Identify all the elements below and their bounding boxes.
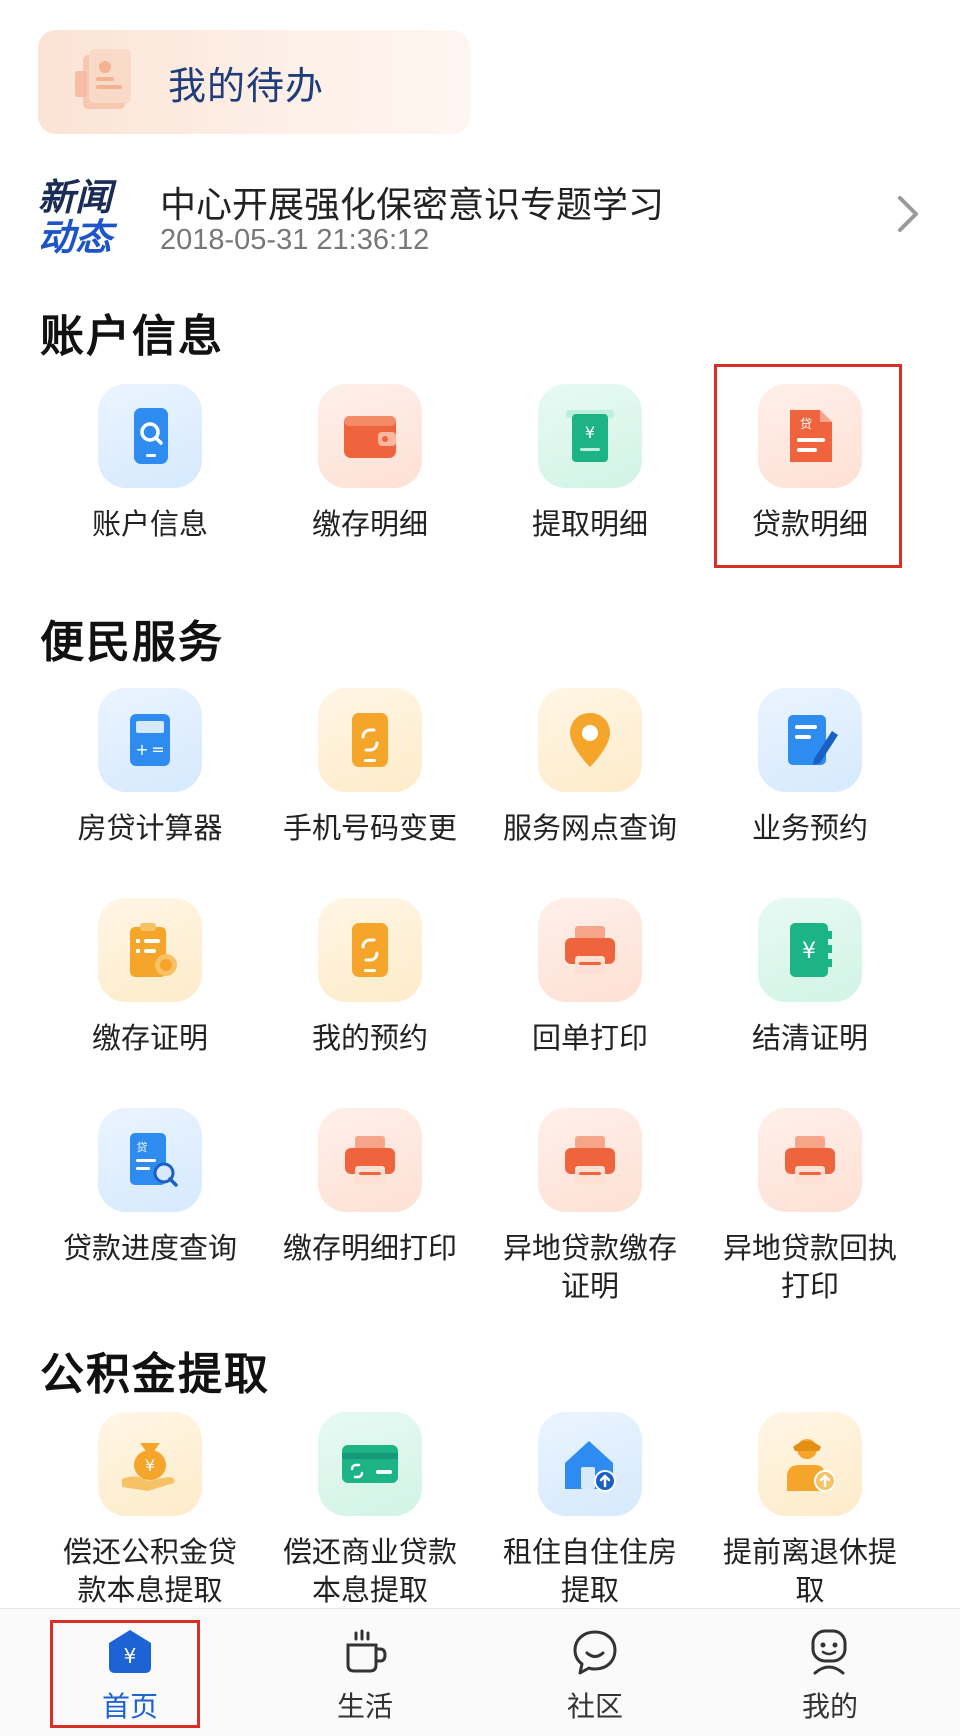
item-label: 提取明细 [531,509,648,541]
todo-title: 我的待办 [168,65,325,108]
section-title-services: 便民服务 [40,618,224,667]
coffee-cup-icon [340,1627,390,1677]
tab-label: 生活 [336,1691,393,1722]
withdraw-detail-item[interactable]: ¥ 提取明细 [480,384,700,544]
todo-document-icon [64,40,148,124]
svg-text:¥: ¥ [802,939,816,964]
svg-text:¥: ¥ [145,1456,155,1475]
phone-change-item[interactable]: 手机号码变更 [260,688,480,848]
location-pin-icon [538,688,642,792]
mortgage-calculator-item[interactable]: + = 房贷计算器 [40,688,260,848]
item-label: 手机号码变更 [282,813,457,845]
remote-loan-deposit-certificate-item[interactable]: 异地贷款缴存证明 [480,1108,700,1306]
repay-provident-loan-withdraw-item[interactable]: ¥ 偿还公积金贷款本息提取 [40,1412,260,1610]
item-label: 账户信息 [91,509,208,541]
item-label: 偿还商业贷款本息提取 [282,1537,457,1607]
news-banner[interactable]: 新闻 动态 中心开展强化保密意识专题学习 2018-05-31 21:36:12 [38,170,928,260]
item-label: 缴存明细 [311,509,428,541]
tab-label: 社区 [566,1691,623,1722]
retiree-icon [758,1412,862,1516]
account-info-item[interactable]: 账户信息 [40,384,260,544]
tab-community[interactable]: 社区 [475,1609,715,1736]
news-headline: 中心开展强化保密意识专题学习 [160,184,665,225]
svg-text:=: = [151,740,164,759]
printer-icon [538,1108,642,1212]
yen-notebook-icon: ¥ [758,898,862,1002]
item-label: 缴存证明 [91,1023,208,1055]
deposit-detail-item[interactable]: 缴存明细 [260,384,480,544]
loan-progress-query-item[interactable]: 贷 贷款进度查询 [40,1108,260,1268]
bank-card-icon [318,1412,422,1516]
item-label: 异地贷款回执打印 [722,1233,897,1303]
chat-bubble-icon [570,1627,620,1677]
printer-icon [758,1108,862,1212]
section-title-withdraw: 公积金提取 [40,1350,270,1399]
item-label: 我的预约 [311,1023,428,1055]
item-label: 缴存明细打印 [282,1233,457,1265]
phone-search-icon [98,384,202,488]
highlight-box-loan-detail [714,364,902,568]
early-retirement-withdraw-item[interactable]: 提前离退休提取 [700,1412,920,1610]
my-appointment-item[interactable]: 我的预约 [260,898,480,1058]
news-date: 2018-05-31 21:36:12 [160,224,430,256]
clipboard-certificate-icon [98,898,202,1002]
deposit-detail-print-item[interactable]: 缴存明细打印 [260,1108,480,1268]
business-appointment-item[interactable]: 业务预约 [700,688,920,848]
tab-label: 我的 [801,1691,858,1722]
svg-text:+: + [135,740,148,759]
tab-mine[interactable]: 我的 [710,1609,950,1736]
service-outlet-query-item[interactable]: 服务网点查询 [480,688,700,848]
svg-text:贷: 贷 [137,1140,148,1154]
tab-life[interactable]: 生活 [245,1609,485,1736]
section-title-account: 账户信息 [40,312,224,361]
my-todo-card[interactable]: 我的待办 [38,30,470,134]
item-label: 贷款进度查询 [62,1233,237,1265]
loan-receipt-search-icon: 贷 [98,1108,202,1212]
news-logo: 新闻 动态 [38,177,112,258]
printer-icon [318,1108,422,1212]
chevron-right-icon[interactable] [888,192,928,236]
cash-withdraw-icon: ¥ [538,384,642,488]
phone-change-icon [318,688,422,792]
item-label: 房贷计算器 [77,813,223,845]
deposit-certificate-item[interactable]: 缴存证明 [40,898,260,1058]
rental-housing-withdraw-item[interactable]: 租住自住住房提取 [480,1412,700,1610]
repay-commercial-loan-withdraw-item[interactable]: 偿还商业贷款本息提取 [260,1412,480,1610]
house-icon [538,1412,642,1516]
settlement-certificate-item[interactable]: ¥ 结清证明 [700,898,920,1058]
receipt-print-item[interactable]: 回单打印 [480,898,700,1058]
item-label: 异地贷款缴存证明 [502,1233,677,1303]
calculator-icon: + = [98,688,202,792]
phone-change-icon [318,898,422,1002]
item-label: 租住自住住房提取 [502,1537,677,1607]
money-bag-hand-icon: ¥ [98,1412,202,1516]
item-label: 偿还公积金贷款本息提取 [62,1537,237,1607]
item-label: 业务预约 [751,813,868,845]
printer-icon [538,898,642,1002]
wallet-icon [318,384,422,488]
remote-loan-receipt-print-item[interactable]: 异地贷款回执打印 [700,1108,920,1306]
item-label: 回单打印 [531,1023,648,1055]
item-label: 提前离退休提取 [722,1537,897,1607]
item-label: 服务网点查询 [502,813,677,845]
edit-document-icon [758,688,862,792]
profile-icon [805,1627,855,1677]
highlight-box-home-tab [50,1620,200,1728]
item-label: 结清证明 [751,1023,868,1055]
svg-text:¥: ¥ [585,423,595,442]
